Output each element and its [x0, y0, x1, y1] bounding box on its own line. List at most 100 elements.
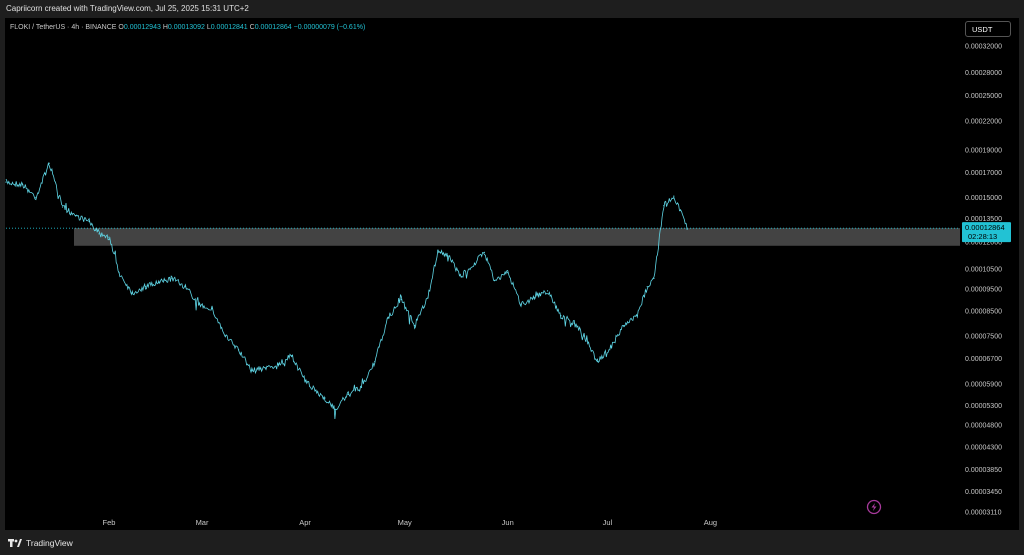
price-point [237, 349, 240, 351]
low-value: 0.00012841 [210, 24, 248, 31]
high-value: 0.00013092 [167, 24, 205, 31]
price-point [324, 397, 326, 399]
price-point [533, 296, 535, 298]
price-point [387, 317, 389, 319]
price-point [291, 355, 293, 357]
support-zone-rectangle[interactable] [74, 228, 960, 246]
price-point [264, 367, 266, 369]
price-point [447, 255, 449, 257]
price-tick-label: 0.00019000 [965, 148, 1002, 155]
price-point [507, 272, 509, 274]
price-badge-countdown: 02:28:13 [968, 232, 997, 241]
price-tick-label: 0.00007500 [965, 334, 1002, 341]
time-tick-label: Jul [603, 518, 613, 527]
price-tick-label: 0.00022000 [965, 118, 1002, 125]
price-tick-label: 0.00010500 [965, 266, 1002, 273]
price-point [374, 360, 376, 363]
price-tick-label: 0.00015000 [965, 195, 1002, 202]
price-tick-label: 0.00028000 [965, 70, 1002, 77]
price-point [414, 325, 416, 327]
price-point [596, 360, 599, 363]
price-tick-label: 0.00003450 [965, 489, 1002, 496]
price-point [61, 206, 64, 208]
time-tick-label: Mar [196, 518, 209, 527]
price-point [22, 183, 24, 186]
price-point [171, 277, 173, 280]
close-value: 0.00012864 [254, 24, 292, 31]
price-tick-label: 0.00032000 [965, 44, 1002, 51]
footer-bar [0, 530, 1024, 555]
brand-name: TradingView [26, 538, 73, 548]
lightning-icon[interactable] [866, 499, 882, 515]
time-tick-label: Feb [103, 518, 116, 527]
price-point [35, 196, 37, 199]
price-point [5, 181, 7, 183]
price-point [653, 277, 655, 280]
price-point [108, 236, 110, 238]
price-point [560, 315, 562, 317]
price-point [314, 390, 316, 392]
time-tick-label: Aug [704, 518, 717, 527]
price-point [347, 393, 349, 396]
price-point [88, 220, 90, 223]
price-point [546, 290, 549, 292]
price-point [583, 335, 585, 337]
price-point [493, 279, 496, 282]
price-point [573, 322, 575, 324]
price-point [460, 275, 462, 278]
price-point [400, 298, 402, 301]
price-point [184, 286, 187, 288]
price-point [610, 346, 612, 348]
price-tick-label: 0.00005300 [965, 403, 1002, 410]
price-tick-label: 0.00017000 [965, 170, 1002, 177]
price-series-line [5, 162, 688, 420]
price-point [277, 364, 280, 366]
price-point [437, 249, 439, 252]
price-point [623, 325, 625, 327]
price-tick-label: 0.00003850 [965, 467, 1002, 474]
price-point [198, 303, 200, 305]
price-point [118, 272, 120, 274]
price-point [636, 315, 638, 317]
price-tick-label: 0.00009500 [965, 286, 1002, 293]
price-point [75, 214, 77, 217]
price-point [473, 262, 476, 264]
price-point [224, 335, 226, 337]
price-tick-label: 0.00013500 [965, 216, 1002, 223]
price-point [158, 281, 160, 284]
price-badge: 0.00012864 02:28:13 [962, 222, 1011, 243]
currency-button[interactable]: USDT [965, 21, 1011, 37]
change-value: −0.00000079 (−0.61%) [293, 24, 366, 31]
price-tick-label: 0.00004800 [965, 423, 1002, 430]
time-tick-label: Apr [299, 518, 311, 527]
price-series [5, 162, 688, 420]
price-point [144, 286, 147, 288]
price-point [646, 286, 648, 288]
price-tick-label: 0.00005900 [965, 381, 1002, 388]
price-axis[interactable]: 0.00032000 0.00028000 0.00025000 0.00022000… [965, 44, 1002, 517]
price-chart[interactable]: 0.00032000 0.00028000 0.00025000 0.00022000… [0, 0, 1024, 555]
price-tick-label: 0.00025000 [965, 93, 1002, 100]
price-point [211, 308, 213, 310]
price-point [251, 370, 253, 372]
price-point [686, 228, 688, 230]
symbol-name[interactable]: FLOKI / TetherUS · 4h · BINANCE [10, 24, 116, 31]
price-point [520, 303, 522, 305]
price-point [48, 162, 50, 164]
price-point [427, 296, 429, 298]
price-point [98, 233, 100, 235]
price-point [360, 386, 363, 389]
price-point [663, 205, 665, 207]
time-axis[interactable]: Feb Mar Apr May Jun Jul Aug [103, 518, 718, 527]
price-tick-label: 0.00008500 [965, 309, 1002, 316]
price-point [673, 195, 675, 197]
price-point [679, 209, 682, 211]
price-badge-value: 0.00012864 [965, 223, 1005, 232]
tradingview-logo-icon [8, 539, 22, 547]
time-tick-label: May [398, 518, 412, 527]
price-point [483, 251, 486, 253]
price-point [334, 408, 336, 410]
time-tick-label: Jun [502, 518, 514, 527]
price-point [304, 380, 306, 382]
price-point [131, 292, 133, 294]
